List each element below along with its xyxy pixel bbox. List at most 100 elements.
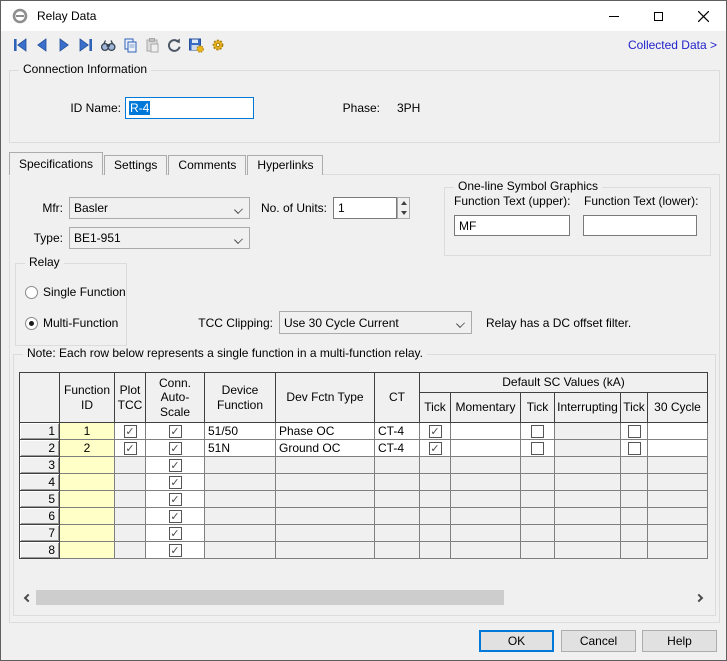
previous-record-icon[interactable] [31, 35, 52, 55]
momentary-cell[interactable] [451, 423, 521, 440]
function-id-cell[interactable]: 1 [60, 423, 115, 440]
id-name-label: ID Name: [46, 97, 121, 119]
first-record-icon[interactable] [9, 35, 30, 55]
ok-button[interactable]: OK [479, 630, 554, 652]
cycle-30-cell[interactable] [648, 423, 708, 440]
row-header[interactable]: 3 [20, 457, 60, 474]
tab-strip: Specifications Settings Comments Hyperli… [9, 152, 324, 175]
save-options-icon[interactable] [185, 35, 206, 55]
spin-up-icon[interactable] [398, 198, 409, 208]
row-header[interactable]: 4 [20, 474, 60, 491]
checkbox[interactable] [531, 425, 544, 438]
row-header[interactable]: 1 [20, 423, 60, 440]
symbol-graphics-group: One-line Symbol Graphics Function Text (… [444, 187, 711, 256]
checkbox[interactable]: ✓ [169, 510, 182, 523]
checkbox[interactable]: ✓ [169, 442, 182, 455]
cycle-30-cell[interactable] [648, 440, 708, 457]
spin-down-icon[interactable] [398, 208, 409, 218]
title-bar: Relay Data [1, 1, 726, 31]
momentary-cell[interactable] [451, 440, 521, 457]
function-id-cell[interactable] [60, 508, 115, 525]
id-name-input[interactable]: R-4 [125, 97, 254, 119]
function-text-upper-value: MF [459, 219, 476, 233]
dev-fctn-type-cell[interactable]: Ground OC [276, 440, 375, 457]
tick-i-cell [521, 440, 555, 457]
checkbox[interactable]: ✓ [124, 425, 137, 438]
radio-icon [25, 286, 38, 299]
checkbox[interactable]: ✓ [169, 527, 182, 540]
tab-comments[interactable]: Comments [168, 155, 246, 175]
horizontal-scrollbar[interactable] [19, 589, 707, 606]
device-function-cell[interactable]: 51/50 [205, 423, 276, 440]
checkbox[interactable]: ✓ [169, 425, 182, 438]
tab-specifications[interactable]: Specifications [9, 152, 103, 175]
tab-settings[interactable]: Settings [104, 155, 167, 175]
multi-function-label: Multi-Function [43, 316, 118, 330]
single-function-radio[interactable]: Single Function [25, 284, 126, 300]
close-button[interactable] [681, 1, 726, 31]
units-spinner[interactable] [397, 197, 410, 219]
table-row: 4✓ [20, 474, 708, 491]
function-id-cell[interactable] [60, 457, 115, 474]
find-icon[interactable] [97, 35, 118, 55]
ct-cell[interactable]: CT-4 [375, 423, 420, 440]
plot-tcc-cell [115, 457, 146, 474]
maximize-button[interactable] [636, 1, 681, 31]
scrollbar-thumb[interactable] [36, 590, 504, 605]
dev-fctn-type-cell[interactable]: Phase OC [276, 423, 375, 440]
checkbox[interactable] [628, 425, 641, 438]
scroll-left-icon[interactable] [19, 589, 36, 606]
function-id-cell[interactable] [60, 542, 115, 559]
row-header[interactable]: 2 [20, 440, 60, 457]
refresh-icon[interactable] [163, 35, 184, 55]
tab-hyperlinks[interactable]: Hyperlinks [247, 155, 323, 175]
function-id-cell[interactable]: 2 [60, 440, 115, 457]
checkbox[interactable]: ✓ [124, 442, 137, 455]
cancel-button[interactable]: Cancel [561, 630, 636, 652]
col-ct: CT [375, 373, 420, 423]
checkbox[interactable] [628, 442, 641, 455]
next-record-icon[interactable] [53, 35, 74, 55]
checkbox[interactable]: ✓ [429, 442, 442, 455]
function-text-upper-label: Function Text (upper): [454, 193, 571, 209]
last-record-icon[interactable] [75, 35, 96, 55]
device-function-cell[interactable]: 51N [205, 440, 276, 457]
row-header[interactable]: 8 [20, 542, 60, 559]
tcc-clipping-dropdown[interactable]: Use 30 Cycle Current [279, 311, 472, 334]
tick-m-cell [420, 457, 451, 474]
function-text-lower-input[interactable] [583, 215, 697, 236]
ct-cell[interactable]: CT-4 [375, 440, 420, 457]
paste-icon[interactable] [141, 35, 162, 55]
checkbox[interactable]: ✓ [429, 425, 442, 438]
col-default-sc-values: Default SC Values (kA) [420, 373, 708, 393]
mfr-dropdown[interactable]: Basler [69, 197, 250, 219]
function-id-cell[interactable] [60, 491, 115, 508]
checkbox[interactable] [531, 442, 544, 455]
type-dropdown[interactable]: BE1-951 [69, 227, 250, 249]
checkbox[interactable]: ✓ [169, 493, 182, 506]
momentary-cell [451, 474, 521, 491]
tick-i-cell [521, 525, 555, 542]
copy-icon[interactable] [119, 35, 140, 55]
tick-m-cell [420, 508, 451, 525]
row-header[interactable]: 6 [20, 508, 60, 525]
multi-function-radio[interactable]: Multi-Function [25, 315, 118, 331]
options-gear-icon[interactable] [207, 35, 228, 55]
table-row: 22 ✓ ✓ 51NGround OCCT-4 ✓ [20, 440, 708, 457]
collected-data-link[interactable]: Collected Data > [628, 31, 717, 59]
units-input[interactable]: 1 [333, 197, 397, 219]
scroll-right-icon[interactable] [690, 589, 707, 606]
checkbox[interactable]: ✓ [169, 544, 182, 557]
plot-tcc-cell: ✓ [115, 423, 146, 440]
function-text-upper-input[interactable]: MF [454, 215, 570, 236]
checkbox[interactable]: ✓ [169, 459, 182, 472]
help-button[interactable]: Help [642, 630, 717, 652]
col-interrupting: Interrupting [555, 393, 621, 423]
row-header[interactable]: 5 [20, 491, 60, 508]
checkbox[interactable]: ✓ [169, 476, 182, 489]
minimize-button[interactable] [591, 1, 636, 31]
row-header[interactable]: 7 [20, 525, 60, 542]
function-id-cell[interactable] [60, 525, 115, 542]
function-id-cell[interactable] [60, 474, 115, 491]
interrupting-cell [555, 457, 621, 474]
